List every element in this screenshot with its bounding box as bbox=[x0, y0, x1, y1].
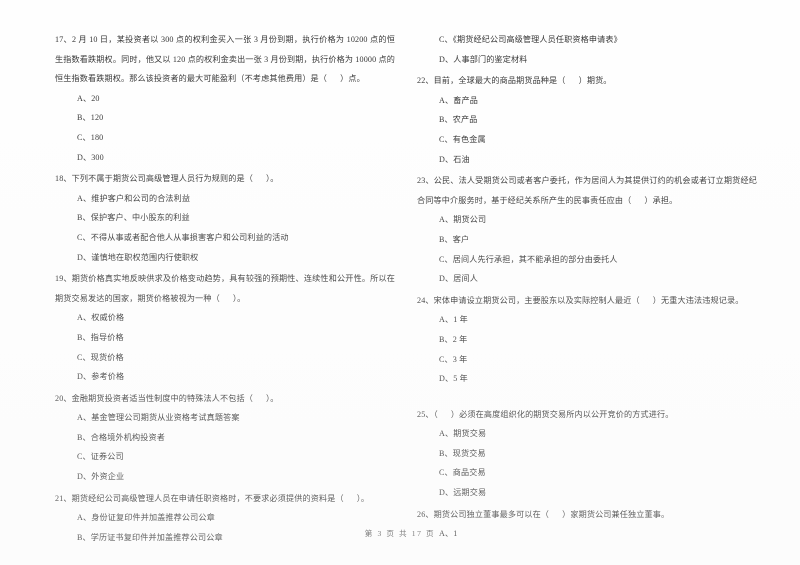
question-21-continued: C、《期货经纪公司高级管理人员任职资格申请表》 D、人事部门的鉴定材料 bbox=[417, 30, 757, 69]
question-19: 19、期货价格真实地反映供求及价格变动趋势，具有较强的预期性、连续性和公开性。所… bbox=[55, 269, 395, 387]
question-22-option-b[interactable]: B、农产品 bbox=[417, 110, 757, 130]
question-18-option-c[interactable]: C、不得从事或者配合他人从事损害客户和公司利益的活动 bbox=[55, 228, 395, 248]
question-24: 24、宋体申请设立期货公司，主要股东以及实际控制人最近（ ）无重大违法违规记录。… bbox=[417, 291, 757, 389]
question-17-option-b[interactable]: B、120 bbox=[55, 108, 395, 128]
question-19-option-d[interactable]: D、参考价格 bbox=[55, 367, 395, 387]
question-19-option-a[interactable]: A、权威价格 bbox=[55, 308, 395, 328]
question-23: 23、公民、法人受期货公司或者客户委托，作为居间人为其提供订约的机会或者订立期货… bbox=[417, 171, 757, 289]
question-20-option-a[interactable]: A、基金管理公司期货从业资格考试真题答案 bbox=[55, 408, 395, 428]
two-column-layout: 17、2 月 10 日，某投资者以 300 点的权利金买入一张 3 月份到期，执… bbox=[55, 30, 757, 542]
question-21-option-c[interactable]: C、《期货经纪公司高级管理人员任职资格申请表》 bbox=[417, 30, 757, 50]
question-17: 17、2 月 10 日，某投资者以 300 点的权利金买入一张 3 月份到期，执… bbox=[55, 30, 395, 167]
question-21-option-d[interactable]: D、人事部门的鉴定材料 bbox=[417, 50, 757, 70]
column-gap-spacer bbox=[417, 391, 757, 405]
question-22-option-c[interactable]: C、有色金属 bbox=[417, 130, 757, 150]
question-17-option-a[interactable]: A、20 bbox=[55, 89, 395, 109]
question-24-option-d[interactable]: D、5 年 bbox=[417, 369, 757, 389]
question-22: 22、目前，全球最大的商品期货品种是（ ）期货。 A、畜产品 B、农产品 C、有… bbox=[417, 71, 757, 169]
question-24-stem: 24、宋体申请设立期货公司，主要股东以及实际控制人最近（ ）无重大违法违规记录。 bbox=[417, 295, 744, 305]
question-21-option-a[interactable]: A、身份证复印件并加盖推荐公司公章 bbox=[55, 508, 395, 528]
question-25-option-c[interactable]: C、商品交易 bbox=[417, 463, 757, 483]
question-18-stem: 18、下列不属于期货公司高级管理人员行为规则的是（ ）。 bbox=[55, 174, 279, 184]
question-25: 25、（ ）必须在高度组织化的期货交易所内以公开竞价的方式进行。 A、期货交易 … bbox=[417, 405, 757, 503]
question-17-stem: 17、2 月 10 日，某投资者以 300 点的权利金买入一张 3 月份到期，执… bbox=[55, 35, 395, 84]
question-19-option-c[interactable]: C、现货价格 bbox=[55, 348, 395, 368]
question-20-option-b[interactable]: B、合格境外机构投资者 bbox=[55, 428, 395, 448]
question-20-stem: 20、金融期货投资者适当性制度中的特殊法人不包括（ ）。 bbox=[55, 393, 279, 403]
question-23-option-d[interactable]: D、居间人 bbox=[417, 269, 757, 289]
question-19-stem: 19、期货价格真实地反映供求及价格变动趋势，具有较强的预期性、连续性和公开性。所… bbox=[55, 274, 395, 303]
question-23-option-a[interactable]: A、期货公司 bbox=[417, 210, 757, 230]
question-18: 18、下列不属于期货公司高级管理人员行为规则的是（ ）。 A、维护客户和公司的合… bbox=[55, 169, 395, 267]
question-17-option-c[interactable]: C、180 bbox=[55, 128, 395, 148]
question-22-option-a[interactable]: A、畜产品 bbox=[417, 91, 757, 111]
question-21-stem: 21、期货经纪公司高级管理人员在申请任职资格时，不要求必须提供的资料是（ ）。 bbox=[55, 493, 370, 503]
question-23-option-b[interactable]: B、客户 bbox=[417, 230, 757, 250]
question-23-stem: 23、公民、法人受期货公司或者客户委托，作为居间人为其提供订约的机会或者订立期货… bbox=[417, 176, 757, 205]
question-24-option-a[interactable]: A、1 年 bbox=[417, 310, 757, 330]
right-column: C、《期货经纪公司高级管理人员任职资格申请表》 D、人事部门的鉴定材料 22、目… bbox=[417, 30, 757, 538]
page-footer: 第 3 页 共 17 页 bbox=[364, 529, 436, 538]
question-24-option-c[interactable]: C、3 年 bbox=[417, 350, 757, 370]
left-column: 17、2 月 10 日，某投资者以 300 点的权利金买入一张 3 月份到期，执… bbox=[55, 30, 395, 542]
question-25-stem: 25、（ ）必须在高度组织化的期货交易所内以公开竞价的方式进行。 bbox=[417, 409, 674, 419]
question-23-option-c[interactable]: C、居间人先行承担，其不能承担的部分由委托人 bbox=[417, 250, 757, 270]
question-22-option-d[interactable]: D、石油 bbox=[417, 150, 757, 170]
question-18-option-d[interactable]: D、谨慎地在职权范围内行使职权 bbox=[55, 248, 395, 268]
question-20: 20、金融期货投资者适当性制度中的特殊法人不包括（ ）。 A、基金管理公司期货从… bbox=[55, 389, 395, 487]
question-19-option-b[interactable]: B、指导价格 bbox=[55, 328, 395, 348]
question-20-option-d[interactable]: D、外资企业 bbox=[55, 467, 395, 487]
question-18-option-a[interactable]: A、维护客户和公司的合法利益 bbox=[55, 189, 395, 209]
question-18-option-b[interactable]: B、保护客户、中小股东的利益 bbox=[55, 208, 395, 228]
question-26-stem: 26、期货公司独立董事最多可以在（ ）家期货公司兼任独立董事。 bbox=[417, 509, 670, 519]
exam-page: 17、2 月 10 日，某投资者以 300 点的权利金买入一张 3 月份到期，执… bbox=[0, 0, 800, 565]
question-22-stem: 22、目前，全球最大的商品期货品种是（ ）期货。 bbox=[417, 76, 612, 86]
question-25-option-b[interactable]: B、现货交易 bbox=[417, 444, 757, 464]
question-24-option-b[interactable]: B、2 年 bbox=[417, 330, 757, 350]
question-20-option-c[interactable]: C、证券公司 bbox=[55, 447, 395, 467]
question-25-option-d[interactable]: D、远期交易 bbox=[417, 483, 757, 503]
question-25-option-a[interactable]: A、期货交易 bbox=[417, 424, 757, 444]
question-17-option-d[interactable]: D、300 bbox=[55, 148, 395, 168]
